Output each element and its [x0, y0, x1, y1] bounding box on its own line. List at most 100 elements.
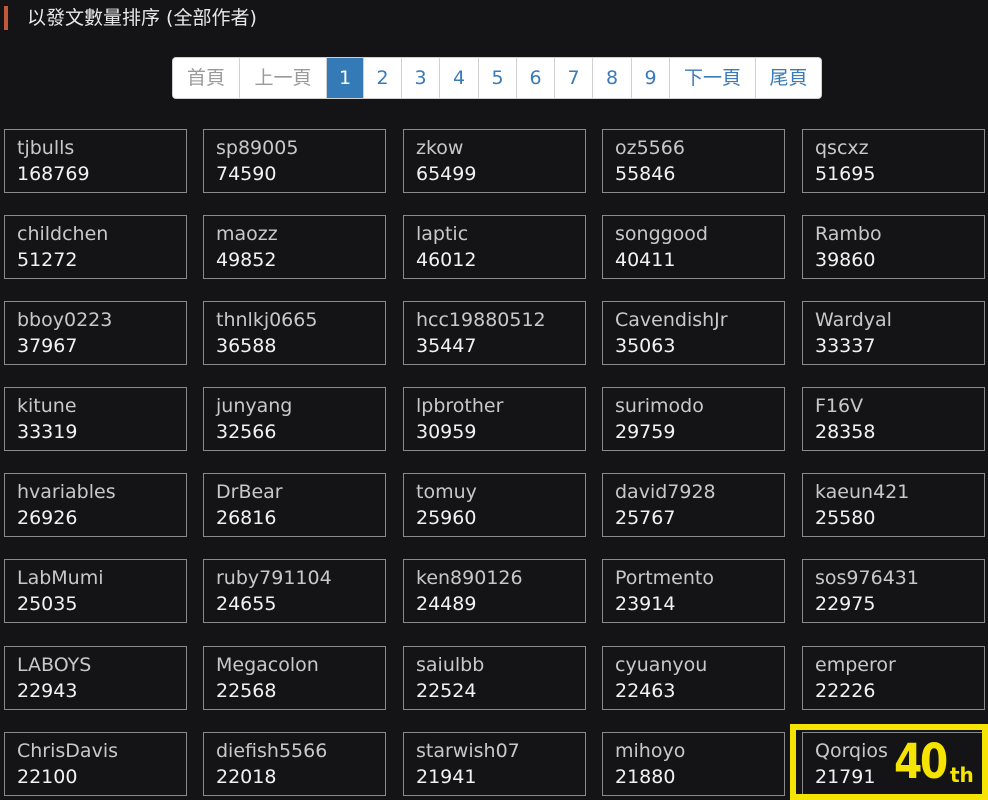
author-card[interactable]: david7928 25767	[602, 473, 785, 537]
author-name[interactable]: kitune	[17, 394, 77, 418]
title-accent-bar	[4, 6, 8, 30]
author-name[interactable]: emperor	[815, 653, 896, 677]
author-card[interactable]: Wardyal 33337	[802, 301, 985, 365]
pagination-next-button[interactable]: 下一頁	[669, 58, 755, 98]
author-name[interactable]: tjbulls	[17, 136, 74, 160]
author-name[interactable]: songgood	[615, 222, 708, 246]
author-card[interactable]: thnlkj0665 36588	[203, 301, 386, 365]
author-name[interactable]: childchen	[17, 222, 108, 246]
author-name[interactable]: laptic	[416, 222, 468, 246]
author-card[interactable]: junyang 32566	[203, 387, 386, 451]
author-card[interactable]: lpbrother 30959	[403, 387, 586, 451]
author-card[interactable]: ken890126 24489	[403, 559, 586, 623]
author-card[interactable]: kaeun421 25580	[802, 473, 985, 537]
pagination-page-1[interactable]: 1	[326, 58, 363, 98]
author-post-count: 33319	[17, 421, 78, 443]
author-card[interactable]: surimodo 29759	[602, 387, 785, 451]
author-card[interactable]: diefish5566 22018	[203, 732, 386, 796]
pagination-prev-button[interactable]: 上一頁	[239, 58, 326, 98]
author-name[interactable]: sp89005	[216, 136, 298, 160]
author-name[interactable]: hvariables	[17, 480, 116, 504]
author-name[interactable]: cyuanyou	[615, 653, 707, 677]
author-card[interactable]: ChrisDavis 22100	[4, 732, 187, 796]
author-name[interactable]: bboy0223	[17, 308, 112, 332]
pagination-page-4[interactable]: 4	[439, 58, 478, 98]
author-post-count: 21880	[615, 766, 676, 788]
author-name[interactable]: mihoyo	[615, 739, 685, 763]
author-post-count: 22568	[216, 680, 277, 702]
author-name[interactable]: LABOYS	[17, 653, 91, 677]
author-name[interactable]: junyang	[216, 394, 292, 418]
author-card[interactable]: Portmento 23914	[602, 559, 785, 623]
author-card[interactable]: F16V 28358	[802, 387, 985, 451]
author-name[interactable]: F16V	[815, 394, 863, 418]
author-name[interactable]: david7928	[615, 480, 716, 504]
author-name[interactable]: Qorqios	[815, 739, 888, 763]
author-name[interactable]: Rambo	[815, 222, 882, 246]
author-card[interactable]: tomuy 25960	[403, 473, 586, 537]
author-card[interactable]: emperor 22226	[802, 646, 985, 710]
page-title: 以發文數量排序 (全部作者)	[27, 7, 257, 29]
author-card[interactable]: ruby791104 24655	[203, 559, 386, 623]
author-name[interactable]: zkow	[416, 136, 463, 160]
author-card[interactable]: Megacolon 22568	[203, 646, 386, 710]
author-name[interactable]: sos976431	[815, 566, 919, 590]
pagination-first-button[interactable]: 首頁	[173, 58, 239, 98]
author-name[interactable]: oz5566	[615, 136, 685, 160]
author-name[interactable]: ChrisDavis	[17, 739, 118, 763]
pagination-page-9[interactable]: 9	[631, 58, 669, 98]
author-name[interactable]: saiulbb	[416, 653, 484, 677]
author-card[interactable]: zkow 65499	[403, 129, 586, 193]
author-card[interactable]: sp89005 74590	[203, 129, 386, 193]
pagination-page-5[interactable]: 5	[478, 58, 516, 98]
author-name[interactable]: ken890126	[416, 566, 523, 590]
pagination-last-button[interactable]: 尾頁	[755, 58, 821, 98]
author-card[interactable]: bboy0223 37967	[4, 301, 187, 365]
author-name[interactable]: Megacolon	[216, 653, 319, 677]
author-name[interactable]: surimodo	[615, 394, 704, 418]
author-card[interactable]: mihoyo 21880	[602, 732, 785, 796]
author-name[interactable]: starwish07	[416, 739, 520, 763]
author-card[interactable]: DrBear 26816	[203, 473, 386, 537]
author-card[interactable]: saiulbb 22524	[403, 646, 586, 710]
author-card[interactable]: hvariables 26926	[4, 473, 187, 537]
author-name[interactable]: kaeun421	[815, 480, 909, 504]
author-card[interactable]: maozz 49852	[203, 215, 386, 279]
author-name[interactable]: lpbrother	[416, 394, 503, 418]
author-name[interactable]: hcc19880512	[416, 308, 546, 332]
author-card[interactable]: CavendishJr 35063	[602, 301, 785, 365]
author-card[interactable]: LabMumi 25035	[4, 559, 187, 623]
author-post-count: 46012	[416, 249, 477, 271]
author-post-count: 25580	[815, 507, 876, 529]
author-card[interactable]: oz5566 55846	[602, 129, 785, 193]
author-name[interactable]: ruby791104	[216, 566, 332, 590]
author-card[interactable]: songgood 40411	[602, 215, 785, 279]
author-card[interactable]: childchen 51272	[4, 215, 187, 279]
pagination-page-3[interactable]: 3	[401, 58, 439, 98]
pagination-page-6[interactable]: 6	[516, 58, 554, 98]
pagination-page-8[interactable]: 8	[592, 58, 631, 98]
author-card[interactable]: hcc19880512 35447	[403, 301, 586, 365]
author-card[interactable]: sos976431 22975	[802, 559, 985, 623]
author-card[interactable]: kitune 33319	[4, 387, 187, 451]
author-name[interactable]: qscxz	[815, 136, 869, 160]
author-card[interactable]: Rambo 39860	[802, 215, 985, 279]
author-name[interactable]: DrBear	[216, 480, 283, 504]
author-name[interactable]: Portmento	[615, 566, 714, 590]
author-name[interactable]: LabMumi	[17, 566, 104, 590]
author-name[interactable]: CavendishJr	[615, 308, 728, 332]
pagination-page-2[interactable]: 2	[363, 58, 401, 98]
author-name[interactable]: thnlkj0665	[216, 308, 317, 332]
author-name[interactable]: tomuy	[416, 480, 477, 504]
author-card[interactable]: tjbulls 168769	[4, 129, 187, 193]
author-card[interactable]: qscxz 51695	[802, 129, 985, 193]
author-post-count: 22943	[17, 680, 78, 702]
author-card[interactable]: starwish07 21941	[403, 732, 586, 796]
author-card[interactable]: cyuanyou 22463	[602, 646, 785, 710]
author-card[interactable]: LABOYS 22943	[4, 646, 187, 710]
author-name[interactable]: maozz	[216, 222, 278, 246]
author-name[interactable]: Wardyal	[815, 308, 892, 332]
author-card[interactable]: laptic 46012	[403, 215, 586, 279]
pagination-page-7[interactable]: 7	[554, 58, 592, 98]
author-name[interactable]: diefish5566	[216, 739, 327, 763]
